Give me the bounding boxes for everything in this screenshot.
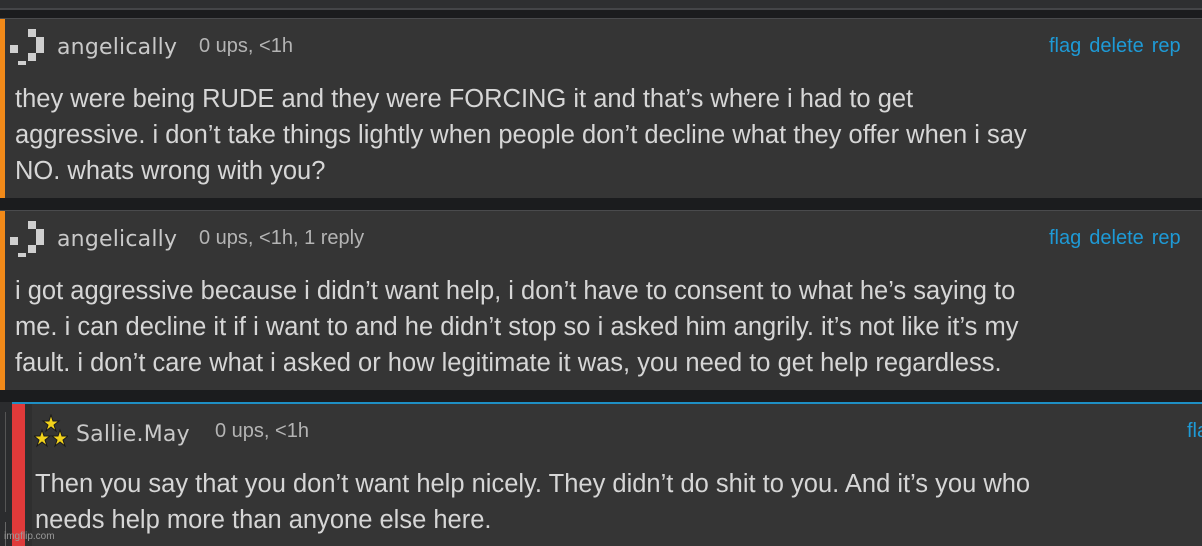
comment-text: i got aggressive because i didn’t want h… — [15, 273, 1018, 381]
comment-actions: flag delete rep — [1049, 227, 1189, 250]
reply-comment: Sallie.May 0 ups, <1h fla Then you say t… — [12, 402, 1202, 546]
comment-line: fault. i don’t care what i asked or how … — [15, 349, 1002, 377]
pixel-avatar-icon[interactable] — [10, 29, 52, 65]
comment-line: NO. whats wrong with you? — [15, 157, 326, 185]
comment-line: aggressive. i don’t take things lightly … — [15, 121, 1027, 149]
own-comment-accent — [0, 211, 5, 390]
comment-meta: 0 ups, <1h, 1 reply — [199, 227, 365, 249]
reply-text: Then you say that you don’t want help ni… — [35, 466, 1030, 538]
pixel-avatar-icon[interactable] — [10, 221, 52, 257]
own-comment-accent — [0, 19, 5, 198]
reply-flag-link[interactable]: fla — [1187, 420, 1202, 443]
reply-accent — [12, 404, 25, 546]
reply-thread-rail — [0, 402, 12, 546]
reply-link[interactable]: rep — [1152, 35, 1181, 57]
reply-link[interactable]: rep — [1152, 227, 1181, 249]
reply-meta: 0 ups, <1h — [215, 420, 309, 442]
comment-line: i got aggressive because i didn’t want h… — [15, 277, 1016, 305]
flag-link[interactable]: flag — [1049, 227, 1081, 249]
top-divider — [0, 0, 1202, 8]
comment: angelically 0 ups, <1h flag delete rep the… — [0, 18, 1202, 198]
stars-avatar-icon[interactable] — [34, 414, 68, 448]
flag-link[interactable]: flag — [1049, 35, 1081, 57]
comment-meta: 0 ups, <1h — [199, 35, 293, 57]
imgflip-watermark: imgflip.com — [4, 531, 55, 542]
top-divider-line — [0, 8, 1202, 10]
comment-actions: flag delete rep — [1049, 35, 1189, 58]
reply-username[interactable]: Sallie.May — [76, 422, 190, 447]
comment-username[interactable]: angelically — [57, 35, 177, 60]
reply-line: Then you say that you don’t want help ni… — [35, 470, 1031, 498]
comment-username[interactable]: angelically — [57, 227, 177, 252]
comment-line: me. i can decline it if i want to and he… — [15, 313, 1019, 341]
delete-link[interactable]: delete — [1089, 227, 1144, 249]
comment-line: they were being RUDE and they were FORCI… — [15, 85, 914, 113]
reply-line: needs help more than anyone else here. — [35, 506, 492, 534]
delete-link[interactable]: delete — [1089, 35, 1144, 57]
comment: angelically 0 ups, <1h, 1 reply flag dele… — [0, 210, 1202, 390]
comment-text: they were being RUDE and they were FORCI… — [15, 81, 1027, 189]
